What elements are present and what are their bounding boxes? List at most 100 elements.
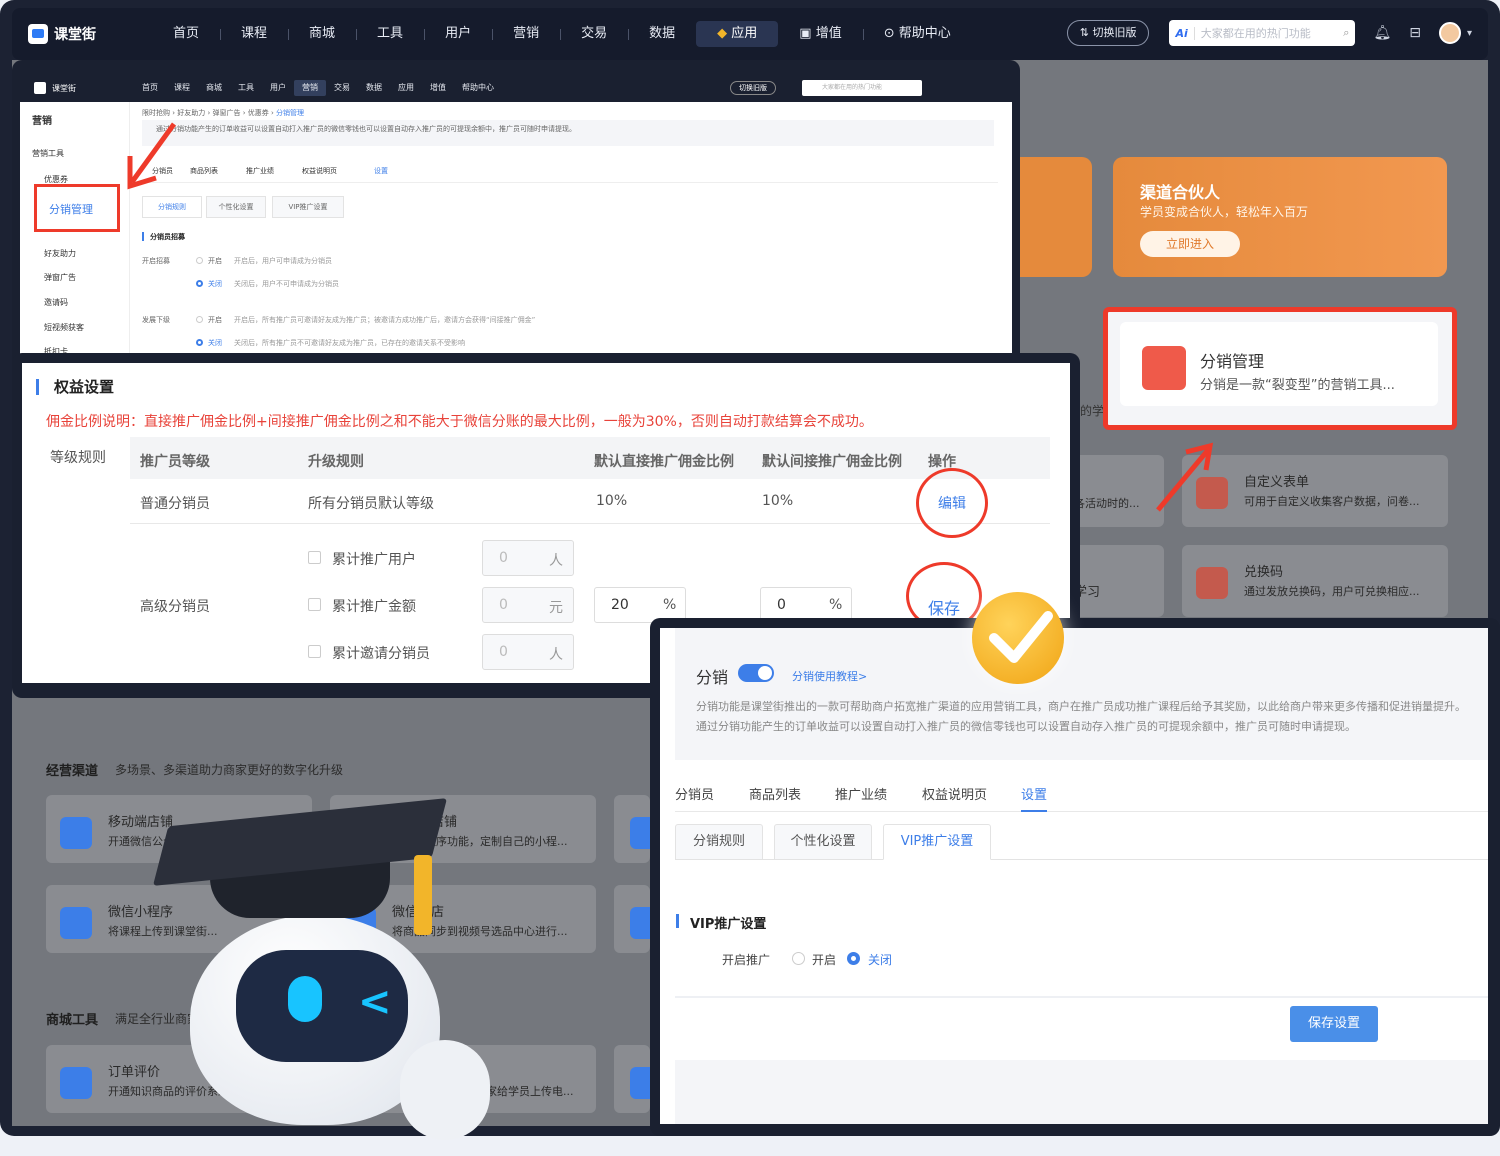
search-placeholder: 大家都在用的热门功能: [1200, 27, 1311, 40]
distribution-card-title: 分销管理: [1200, 352, 1265, 371]
sidebar-item-popup-ad[interactable]: 弹窗广告: [44, 272, 76, 283]
nav-item-home[interactable]: 首页: [152, 21, 220, 47]
tab-settings[interactable]: 设置: [374, 166, 388, 176]
tab-bar: 分销员 商品列表 推广业绩 权益说明页 设置: [675, 784, 1488, 812]
promo-card-partner[interactable]: 渠道合伙人 学员变成合伙人，轻松年入百万 立即进入: [1113, 157, 1447, 277]
cond-users-checkbox[interactable]: [308, 551, 321, 564]
save-settings-button[interactable]: 保存设置: [1290, 1006, 1378, 1042]
develop-off-radio[interactable]: [196, 339, 203, 346]
vip-section-title: VIP推广设置: [690, 917, 767, 932]
mini-sidebar: 营销 营销工具 优惠券 分销管理 好友助力 弹窗广告 邀请码 短视频获客 抵扣卡: [20, 102, 130, 372]
subtab-vip[interactable]: VIP推广设置: [272, 196, 344, 218]
mini-nav-mall[interactable]: 商城: [198, 80, 230, 96]
cond-amount-input[interactable]: 0元: [482, 587, 574, 623]
sidebar-group-tools[interactable]: 营销工具: [32, 148, 64, 159]
cond-invite-checkbox[interactable]: [308, 645, 321, 658]
subtab-personal[interactable]: 个性化设置: [206, 196, 266, 218]
bg-card-redeem[interactable]: 兑换码 通过发放兑换码，用户可兑换相应...: [1182, 545, 1448, 617]
subtab-rules[interactable]: 分销规则: [675, 824, 763, 860]
mini-nav-help[interactable]: 帮助中心: [454, 80, 502, 96]
layout-icon[interactable]: ⊟: [1409, 25, 1421, 41]
sidebar-item-distribution[interactable]: 分销管理: [34, 184, 120, 232]
mini-nav-apps[interactable]: 应用: [390, 80, 422, 96]
nav-item-users[interactable]: 用户: [424, 21, 492, 47]
nav-item-trade[interactable]: 交易: [560, 21, 628, 47]
org-chart-icon: [1142, 346, 1186, 390]
channel-card-partial[interactable]: [614, 795, 662, 863]
main-nav: 首页 课程 商城 工具 用户 营销 交易 数据 ◆ 应用 ▣ 增值 ⊙ 帮助中心: [152, 21, 972, 47]
col-direct: 默认直接推广佣金比例: [594, 454, 734, 470]
tab-performance[interactable]: 推广业绩: [246, 166, 274, 176]
subtab-vip[interactable]: VIP推广设置: [883, 824, 991, 860]
promo-off-radio[interactable]: [847, 952, 860, 965]
recruit-on-radio[interactable]: [196, 257, 203, 264]
nav-item-help[interactable]: ⊙ 帮助中心: [862, 21, 972, 47]
tab-rights[interactable]: 权益说明页: [922, 784, 987, 803]
row1-rule: 所有分销员默认等级: [308, 496, 434, 512]
mini-nav-marketing[interactable]: 营销: [294, 80, 326, 96]
table-header: [130, 437, 1050, 479]
mini-nav-courses[interactable]: 课程: [166, 80, 198, 96]
highlight-circle-edit: [916, 468, 988, 538]
chevron-down-icon[interactable]: ▾: [1467, 28, 1472, 39]
tab-settings[interactable]: 设置: [1021, 784, 1048, 812]
search-input[interactable]: Ai 大家都在用的热门功能 ⌕: [1169, 20, 1356, 46]
app-logo[interactable]: 课堂街: [28, 24, 96, 44]
section-recruit: 分销员招募: [150, 233, 185, 241]
tab-products[interactable]: 商品列表: [749, 784, 801, 803]
mini-nav-data[interactable]: 数据: [358, 80, 390, 96]
tab-distributors[interactable]: 分销员: [675, 784, 714, 803]
bell-icon[interactable]: 🔔︎: [1373, 25, 1391, 41]
distribution-card-highlight[interactable]: 分销管理 分销是一款“裂变型”的营销工具...: [1103, 307, 1457, 430]
nav-item-mall[interactable]: 商城: [288, 21, 356, 47]
promo-enter-button[interactable]: 立即进入: [1140, 231, 1240, 257]
mini-nav-users[interactable]: 用户: [262, 80, 294, 96]
robot-eye-icon: [288, 976, 322, 1022]
cond-invite-input[interactable]: 0人: [482, 634, 574, 670]
search-icon[interactable]: ⌕: [1343, 26, 1349, 40]
subtab-rules[interactable]: 分销规则: [142, 196, 202, 218]
sidebar-item-friend-help[interactable]: 好友助力: [44, 248, 76, 259]
mini-nav-home[interactable]: 首页: [134, 80, 166, 96]
mini-switch-old[interactable]: 切换旧版: [730, 81, 776, 95]
row1-indirect: 10%: [762, 493, 794, 509]
nav-item-marketing[interactable]: 营销: [492, 21, 560, 47]
tab-rights[interactable]: 权益说明页: [302, 166, 337, 176]
nav-item-value-added[interactable]: ▣ 增值: [778, 21, 862, 47]
mini-nav-tools[interactable]: 工具: [230, 80, 262, 96]
switch-old-button[interactable]: ⇅ 切换旧版: [1066, 20, 1150, 46]
col-level: 推广员等级: [140, 454, 210, 470]
mini-nav-trade[interactable]: 交易: [326, 80, 358, 96]
avatar[interactable]: [1438, 22, 1461, 44]
nav-item-apps[interactable]: ◆ 应用: [696, 21, 779, 47]
nav-item-data[interactable]: 数据: [628, 21, 696, 47]
col-indirect: 默认间接推广佣金比例: [762, 454, 902, 470]
nav-item-courses[interactable]: 课程: [220, 21, 288, 47]
promo-on-radio[interactable]: [792, 952, 805, 965]
cond-users-input[interactable]: 0人: [482, 540, 574, 576]
distribution-desc-2: 通过分销功能产生的订单收益可以设置自动打入推广员的微信零钱也可以设置自动存入推广…: [696, 720, 1356, 733]
subtab-personal[interactable]: 个性化设置: [774, 824, 872, 860]
value-icon: ▣: [799, 26, 816, 41]
develop-on-radio[interactable]: [196, 316, 203, 323]
tab-products[interactable]: 商品列表: [190, 166, 218, 176]
row1-direct: 10%: [596, 493, 628, 509]
row1-level: 普通分销员: [140, 496, 210, 512]
bg-card-custom-form[interactable]: 自定义表单 可用于自定义收集客户数据，问卷...: [1182, 455, 1448, 527]
tutorial-link[interactable]: 分销使用教程>: [792, 668, 867, 684]
promo-card-left: [1020, 157, 1092, 277]
promo-title: 渠道合伙人: [1140, 183, 1221, 202]
mini-nav-value[interactable]: 增值: [422, 80, 454, 96]
notice-text: 通过分销功能产生的订单收益可以设置自动打入推广员的微信零钱也可以设置自动存入推广…: [142, 120, 994, 146]
commission-warning: 佣金比例说明：直接推广佣金比例+间接推广佣金比例之和不能大于微信分账的最大比例，…: [46, 414, 873, 430]
mini-search[interactable]: 大家都在用的热门功能: [802, 80, 922, 96]
recruit-off-radio[interactable]: [196, 280, 203, 287]
sidebar-item-invite-code[interactable]: 邀请码: [44, 297, 68, 308]
cond-amount-checkbox[interactable]: [308, 598, 321, 611]
tab-performance[interactable]: 推广业绩: [835, 784, 887, 803]
nav-item-tools[interactable]: 工具: [356, 21, 424, 47]
channels-title: 经营渠道: [46, 764, 99, 779]
sidebar-item-short-video[interactable]: 短视频获客: [44, 322, 84, 333]
distribution-toggle[interactable]: [738, 664, 774, 682]
ai-icon: Ai: [1175, 26, 1195, 40]
